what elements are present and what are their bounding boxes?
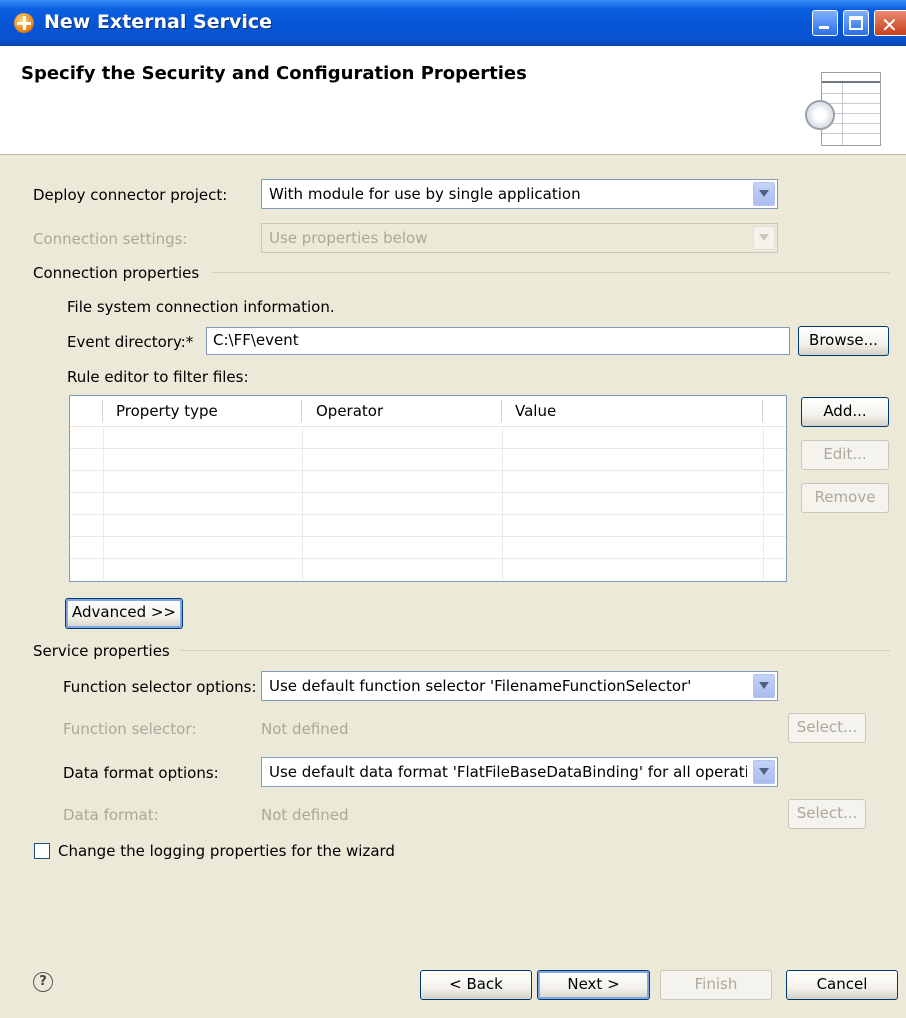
deploy-combo[interactable]: With module for use by single applicatio… bbox=[261, 179, 778, 209]
wizard-window: New External Service ✕ Specify the Secur… bbox=[0, 0, 906, 1018]
close-icon: ✕ bbox=[881, 13, 898, 37]
column-header-property-type[interactable]: Property type bbox=[116, 402, 218, 420]
help-icon[interactable]: ? bbox=[33, 972, 53, 992]
back-button[interactable]: < Back bbox=[420, 970, 532, 1000]
event-directory-input[interactable] bbox=[213, 331, 773, 349]
deploy-label: Deploy connector project: bbox=[33, 186, 228, 204]
add-button[interactable]: Add... bbox=[801, 397, 889, 427]
maximize-button[interactable] bbox=[843, 10, 869, 36]
data-format-options-value: Use default data format 'FlatFileBaseDat… bbox=[269, 763, 747, 781]
event-directory-field[interactable] bbox=[206, 327, 790, 355]
column-header-operator[interactable]: Operator bbox=[316, 402, 383, 420]
edit-button[interactable]: Edit... bbox=[801, 440, 889, 470]
group-divider bbox=[180, 650, 890, 651]
function-selector-select-button[interactable]: Select... bbox=[788, 713, 866, 743]
data-format-options-label: Data format options: bbox=[63, 764, 219, 782]
chevron-down-icon[interactable] bbox=[753, 760, 775, 784]
browse-button[interactable]: Browse... bbox=[798, 326, 889, 356]
data-format-value: Not defined bbox=[261, 806, 349, 824]
function-selector-options-value: Use default function selector 'FilenameF… bbox=[269, 677, 692, 695]
window-title: New External Service bbox=[44, 11, 272, 33]
logging-checkbox[interactable] bbox=[34, 843, 50, 859]
properties-sheet-icon bbox=[805, 72, 881, 150]
connection-settings-value: Use properties below bbox=[269, 229, 428, 247]
wizard-banner: Specify the Security and Configuration P… bbox=[0, 46, 906, 155]
data-format-select-button[interactable]: Select... bbox=[788, 799, 866, 829]
title-bar[interactable]: New External Service ✕ bbox=[0, 0, 906, 46]
logging-checkbox-label[interactable]: Change the logging properties for the wi… bbox=[58, 842, 395, 860]
service-properties-group-label: Service properties bbox=[33, 642, 170, 660]
rule-table[interactable]: Property type Operator Value bbox=[69, 395, 787, 582]
close-button[interactable]: ✕ bbox=[874, 10, 906, 37]
connection-properties-group-label: Connection properties bbox=[33, 264, 200, 282]
chevron-down-icon[interactable] bbox=[753, 674, 775, 698]
deploy-value: With module for use by single applicatio… bbox=[269, 185, 581, 203]
connection-info-text: File system connection information. bbox=[67, 298, 335, 316]
advanced-button[interactable]: Advanced >> bbox=[65, 598, 183, 629]
cancel-button[interactable]: Cancel bbox=[786, 970, 898, 1000]
chevron-down-icon bbox=[753, 226, 775, 250]
remove-button[interactable]: Remove bbox=[801, 483, 889, 513]
function-selector-options-combo[interactable]: Use default function selector 'FilenameF… bbox=[261, 671, 778, 701]
minimize-button[interactable] bbox=[812, 10, 838, 36]
finish-button[interactable]: Finish bbox=[660, 970, 772, 1000]
connection-settings-label: Connection settings: bbox=[33, 230, 188, 248]
column-header-value[interactable]: Value bbox=[515, 402, 556, 420]
function-selector-options-label: Function selector options: bbox=[63, 678, 257, 696]
group-divider bbox=[212, 272, 890, 273]
maximize-icon bbox=[849, 16, 863, 30]
event-directory-label: Event directory:* bbox=[67, 333, 194, 351]
gear-icon bbox=[805, 100, 835, 130]
connection-settings-combo: Use properties below bbox=[261, 223, 778, 253]
chevron-down-icon[interactable] bbox=[753, 182, 775, 206]
app-icon bbox=[14, 13, 34, 33]
next-button[interactable]: Next > bbox=[537, 970, 650, 1000]
data-format-label: Data format: bbox=[63, 806, 159, 824]
table-header: Property type Operator Value bbox=[70, 396, 786, 427]
data-format-options-combo[interactable]: Use default data format 'FlatFileBaseDat… bbox=[261, 757, 778, 787]
function-selector-label: Function selector: bbox=[63, 720, 197, 738]
rule-editor-label: Rule editor to filter files: bbox=[67, 368, 249, 386]
function-selector-value: Not defined bbox=[261, 720, 349, 738]
page-title: Specify the Security and Configuration P… bbox=[21, 63, 527, 84]
minimize-icon bbox=[819, 26, 829, 29]
